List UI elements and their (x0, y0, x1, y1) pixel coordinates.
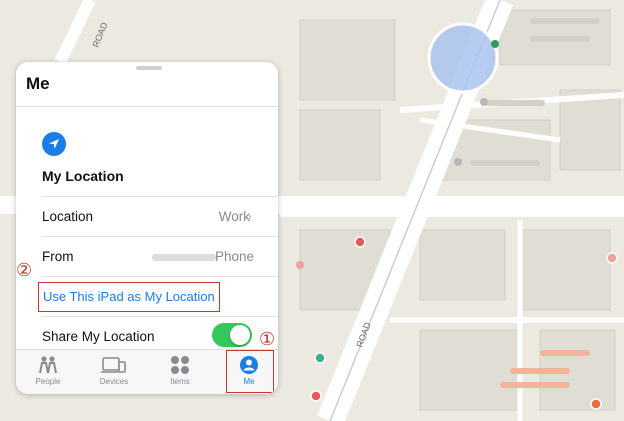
items-icon (154, 354, 206, 376)
tab-items[interactable]: Items (154, 354, 206, 386)
use-ipad-as-location-link[interactable]: Use This iPad as My Location (43, 289, 215, 304)
me-tab-highlight (226, 350, 274, 393)
step-2-annotation: ② (16, 260, 33, 280)
divider (16, 106, 278, 107)
share-location-label: Share My Location (42, 329, 155, 344)
location-row[interactable]: Location Work › (42, 196, 278, 237)
panel-title: Me (26, 74, 50, 93)
me-panel: Me My Location Location Work › From Phon… (16, 62, 278, 394)
step-1-annotation: ① (259, 329, 276, 349)
use-ipad-highlight: Use This iPad as My Location (38, 282, 220, 312)
devices-icon (88, 354, 140, 376)
location-arrow-icon (42, 132, 66, 156)
people-icon (22, 354, 74, 376)
tab-label: People (35, 377, 61, 386)
tab-label: Devices (99, 377, 129, 386)
panel-grabber-handle[interactable] (136, 66, 162, 70)
tab-people[interactable]: People (22, 354, 74, 386)
tab-label: Items (170, 377, 190, 386)
tab-bar: People Devices Items Me (16, 349, 278, 394)
chevron-right-icon: › (247, 208, 252, 225)
tab-devices[interactable]: Devices (88, 354, 140, 386)
location-value: Work (218, 209, 250, 224)
my-location-heading: My Location (42, 168, 124, 184)
redacted-device-name (152, 254, 216, 261)
from-label: From (42, 249, 74, 264)
toggle-knob (230, 325, 250, 345)
location-label: Location (42, 209, 94, 224)
from-value: Phone (214, 249, 254, 264)
from-row: From Phone (42, 236, 278, 277)
share-location-toggle[interactable] (212, 323, 252, 347)
